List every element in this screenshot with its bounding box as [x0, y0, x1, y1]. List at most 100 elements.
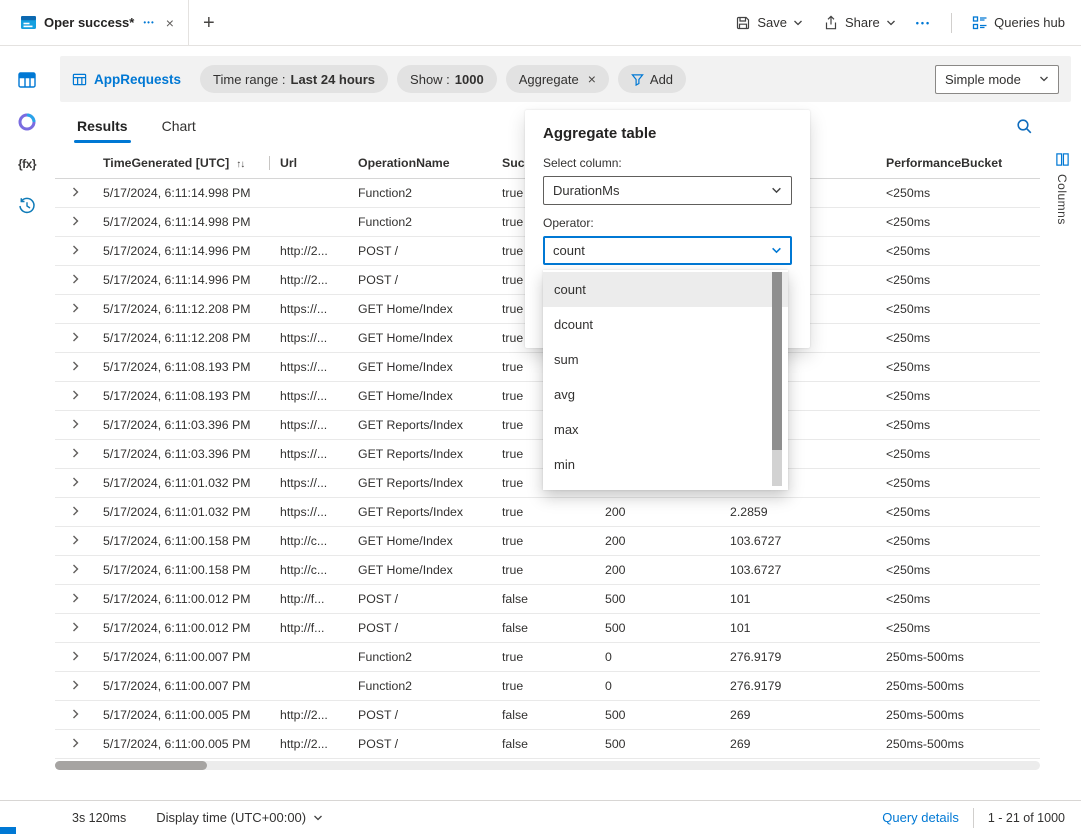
- column-header-timegenerated[interactable]: TimeGenerated [UTC]↑↓: [93, 148, 270, 178]
- operator-select-value: count: [553, 243, 585, 258]
- table-row[interactable]: 5/17/2024, 6:11:00.158 PMhttp://c...GET …: [55, 555, 1040, 584]
- new-tab-button[interactable]: +: [203, 13, 215, 33]
- columns-panel-tab[interactable]: Columns: [1047, 152, 1077, 225]
- cell: <250ms: [876, 526, 1040, 555]
- row-expander[interactable]: [55, 555, 93, 584]
- table-row[interactable]: 5/17/2024, 6:11:01.032 PMhttps://...GET …: [55, 497, 1040, 526]
- share-button[interactable]: Share: [823, 15, 896, 31]
- add-filter-chip[interactable]: Add: [618, 65, 686, 93]
- row-expander[interactable]: [55, 729, 93, 758]
- functions-icon: {fx}: [18, 157, 36, 171]
- display-time-selector[interactable]: Display time (UTC+00:00): [156, 810, 323, 825]
- query-history-button[interactable]: [14, 194, 40, 218]
- operator-option[interactable]: sum: [543, 342, 788, 377]
- queries-hub-button[interactable]: Queries hub: [972, 15, 1065, 31]
- cell: <250ms: [876, 497, 1040, 526]
- row-expand-chevron-icon: [71, 477, 81, 487]
- column-header-performancebucket[interactable]: PerformanceBucket: [876, 148, 1040, 178]
- table-row[interactable]: 5/17/2024, 6:11:00.007 PMFunction2true02…: [55, 671, 1040, 700]
- tab-results[interactable]: Results: [75, 104, 130, 148]
- operator-option[interactable]: count: [543, 272, 788, 307]
- cell: 5/17/2024, 6:11:00.007 PM: [93, 671, 270, 700]
- tab-chart[interactable]: Chart: [160, 104, 198, 148]
- dropdown-scrollbar-thumb[interactable]: [772, 272, 782, 450]
- cell: 5/17/2024, 6:11:01.032 PM: [93, 497, 270, 526]
- column-header-operationname[interactable]: OperationName: [348, 148, 492, 178]
- show-chip[interactable]: Show : 1000: [397, 65, 497, 93]
- query-details-link[interactable]: Query details: [882, 810, 959, 825]
- time-range-chip[interactable]: Time range : Last 24 hours: [200, 65, 388, 93]
- cell: https://...: [270, 323, 348, 352]
- cell: POST /: [348, 265, 492, 294]
- operator-select[interactable]: count: [543, 236, 792, 265]
- cell: https://...: [270, 439, 348, 468]
- cell: 5/17/2024, 6:11:00.012 PM: [93, 613, 270, 642]
- row-expander[interactable]: [55, 671, 93, 700]
- tab-close-icon[interactable]: ×: [164, 16, 176, 30]
- functions-pane-button[interactable]: {fx}: [14, 152, 40, 176]
- table-row[interactable]: 5/17/2024, 6:11:00.012 PMhttp://f...POST…: [55, 584, 1040, 613]
- cell: http://2...: [270, 236, 348, 265]
- row-expander[interactable]: [55, 700, 93, 729]
- row-expander[interactable]: [55, 207, 93, 236]
- dropdown-scrollbar[interactable]: [772, 272, 782, 486]
- cell: 103.6727: [720, 526, 876, 555]
- row-expander[interactable]: [55, 265, 93, 294]
- table-row[interactable]: 5/17/2024, 6:11:00.005 PMhttp://2...POST…: [55, 729, 1040, 758]
- row-expander[interactable]: [55, 526, 93, 555]
- horizontal-scrollbar[interactable]: [55, 761, 1040, 770]
- topbar-actions: Save Share ••• Queries hub: [735, 13, 1081, 33]
- filter-icon: [631, 73, 644, 86]
- row-expander[interactable]: [55, 352, 93, 381]
- mode-selector[interactable]: Simple mode: [935, 65, 1059, 94]
- cell: https://...: [270, 294, 348, 323]
- column-header-url[interactable]: Url: [270, 148, 348, 178]
- tab-more-icon[interactable]: •••: [141, 18, 156, 27]
- column-select[interactable]: DurationMs: [543, 176, 792, 205]
- table-row[interactable]: 5/17/2024, 6:11:00.005 PMhttp://2...POST…: [55, 700, 1040, 729]
- row-expander[interactable]: [55, 323, 93, 352]
- row-expander[interactable]: [55, 642, 93, 671]
- cell: http://2...: [270, 265, 348, 294]
- document-tab[interactable]: Oper success* ••• ×: [8, 0, 189, 45]
- cell: GET Home/Index: [348, 526, 492, 555]
- operator-option[interactable]: avg: [543, 377, 788, 412]
- row-expander[interactable]: [55, 584, 93, 613]
- remove-aggregate-icon[interactable]: ×: [588, 72, 596, 86]
- operator-option[interactable]: dcount: [543, 307, 788, 342]
- search-button[interactable]: [1016, 118, 1033, 135]
- cell: 276.9179: [720, 642, 876, 671]
- cell: http://f...: [270, 584, 348, 613]
- row-expander[interactable]: [55, 236, 93, 265]
- row-expander[interactable]: [55, 613, 93, 642]
- cell: [270, 642, 348, 671]
- cell: 5/17/2024, 6:11:00.005 PM: [93, 729, 270, 758]
- row-expander[interactable]: [55, 294, 93, 323]
- row-expander[interactable]: [55, 468, 93, 497]
- row-expander[interactable]: [55, 178, 93, 207]
- cell: <250ms: [876, 468, 1040, 497]
- row-expander[interactable]: [55, 381, 93, 410]
- save-button[interactable]: Save: [735, 15, 803, 31]
- table-row[interactable]: 5/17/2024, 6:11:00.007 PMFunction2true02…: [55, 642, 1040, 671]
- row-expander[interactable]: [55, 410, 93, 439]
- visualizations-pane-button[interactable]: [14, 110, 40, 134]
- query-document-icon: [20, 14, 37, 31]
- table-row[interactable]: 5/17/2024, 6:11:00.012 PMhttp://f...POST…: [55, 613, 1040, 642]
- aggregate-chip[interactable]: Aggregate ×: [506, 65, 609, 93]
- table-selector[interactable]: AppRequests: [72, 72, 181, 87]
- sort-icon[interactable]: ↑↓: [236, 159, 244, 170]
- row-expand-chevron-icon: [71, 187, 81, 197]
- table-row[interactable]: 5/17/2024, 6:11:00.158 PMhttp://c...GET …: [55, 526, 1040, 555]
- operator-option[interactable]: min: [543, 447, 788, 482]
- cell: 5/17/2024, 6:11:00.005 PM: [93, 700, 270, 729]
- chevron-down-icon: [313, 813, 323, 823]
- operator-option[interactable]: max: [543, 412, 788, 447]
- row-expander[interactable]: [55, 439, 93, 468]
- row-expander[interactable]: [55, 497, 93, 526]
- row-expand-chevron-icon: [71, 332, 81, 342]
- horizontal-scrollbar-thumb[interactable]: [55, 761, 207, 770]
- select-column-label: Select column:: [543, 156, 792, 170]
- more-options-button[interactable]: •••: [916, 18, 931, 28]
- tables-pane-button[interactable]: [14, 68, 40, 92]
